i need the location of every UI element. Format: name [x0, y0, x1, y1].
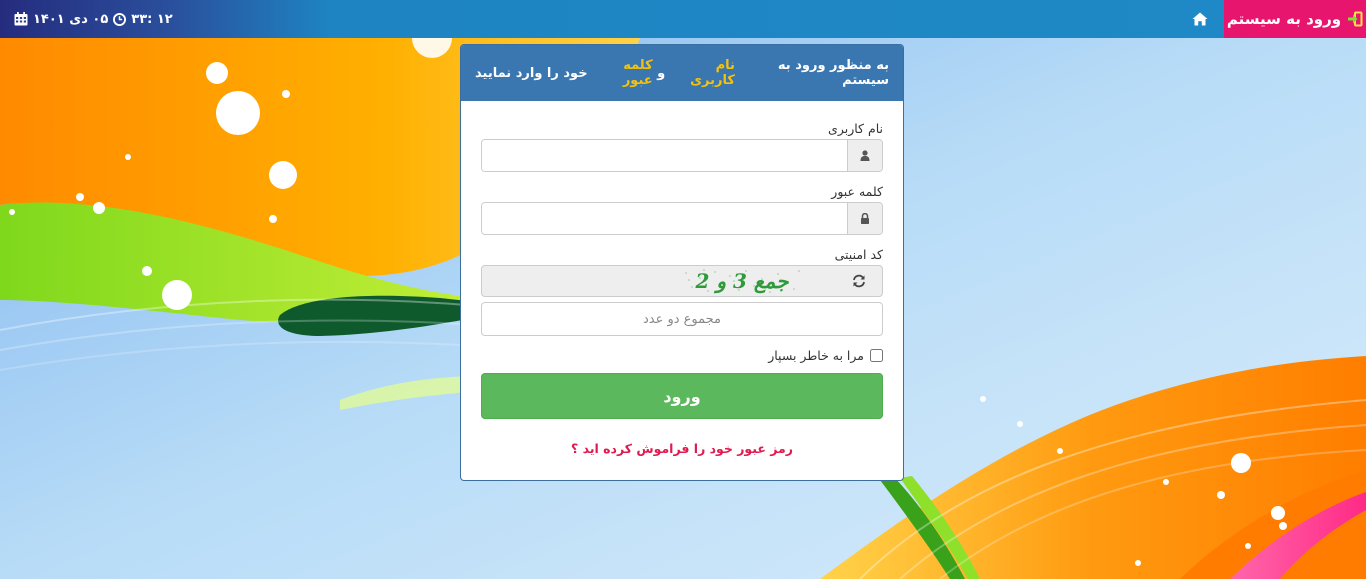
refresh-icon [853, 274, 865, 288]
user-icon [860, 150, 870, 161]
calendar-icon [14, 12, 28, 26]
home-icon [1192, 12, 1208, 26]
captcha-label: کد امنیتی [834, 247, 883, 262]
password-label: کلمه عبور [831, 184, 883, 199]
top-navbar: ورود به سیستم ۰۵ دی ۱۴۰۱ ۳۳: ۱۲ [0, 0, 1366, 38]
login-button[interactable]: ورود [481, 373, 883, 419]
datetime-display: ۰۵ دی ۱۴۰۱ ۳۳: ۱۲ [14, 0, 173, 38]
username-group [481, 139, 883, 172]
heading-text-3: خود را وارد نمایید [475, 65, 593, 81]
home-button[interactable] [1186, 0, 1214, 38]
remember-me[interactable]: مرا به خاطر بسپار [481, 348, 883, 363]
captcha-answer-input[interactable] [481, 302, 883, 336]
sign-in-icon [1348, 11, 1363, 27]
password-group [481, 202, 883, 235]
forgot-password-link[interactable]: رمز عبور خود را فراموش کرده اید ؟ [481, 441, 883, 456]
heading-highlight-username: نام کاربری [690, 58, 735, 88]
password-input[interactable] [482, 203, 847, 234]
captcha-refresh-button[interactable] [836, 266, 882, 296]
remember-me-checkbox[interactable] [870, 349, 883, 362]
login-panel: به منظور ورود به سیستم نام کاربری و کلمه… [460, 44, 904, 481]
heading-highlight-password: کلمه عبور [622, 58, 653, 88]
lock-icon [861, 213, 869, 224]
heading-text-1: به منظور ورود به سیستم [777, 58, 889, 88]
login-nav-label: ورود به سیستم [1226, 10, 1342, 28]
remember-me-label: مرا به خاطر بسپار [768, 348, 864, 363]
captcha-image: جمع 3 و 2 [682, 267, 802, 295]
username-input[interactable] [482, 140, 847, 171]
date-text: ۰۵ دی ۱۴۰۱ [33, 11, 109, 27]
password-addon [847, 203, 882, 234]
login-form: نام کاربری کلمه عبور کد امنیتی جمع 3 و 2… [461, 121, 903, 456]
username-label: نام کاربری [828, 121, 883, 136]
captcha-text: جمع 3 و 2 [695, 269, 789, 293]
time-text: ۳۳: ۱۲ [131, 11, 173, 27]
username-addon [847, 140, 882, 171]
captcha-box: جمع 3 و 2 [481, 265, 883, 297]
clock-icon [113, 12, 127, 26]
login-panel-heading: به منظور ورود به سیستم نام کاربری و کلمه… [461, 45, 903, 101]
heading-text-2: و [652, 65, 670, 81]
login-nav-button[interactable]: ورود به سیستم [1224, 0, 1366, 38]
